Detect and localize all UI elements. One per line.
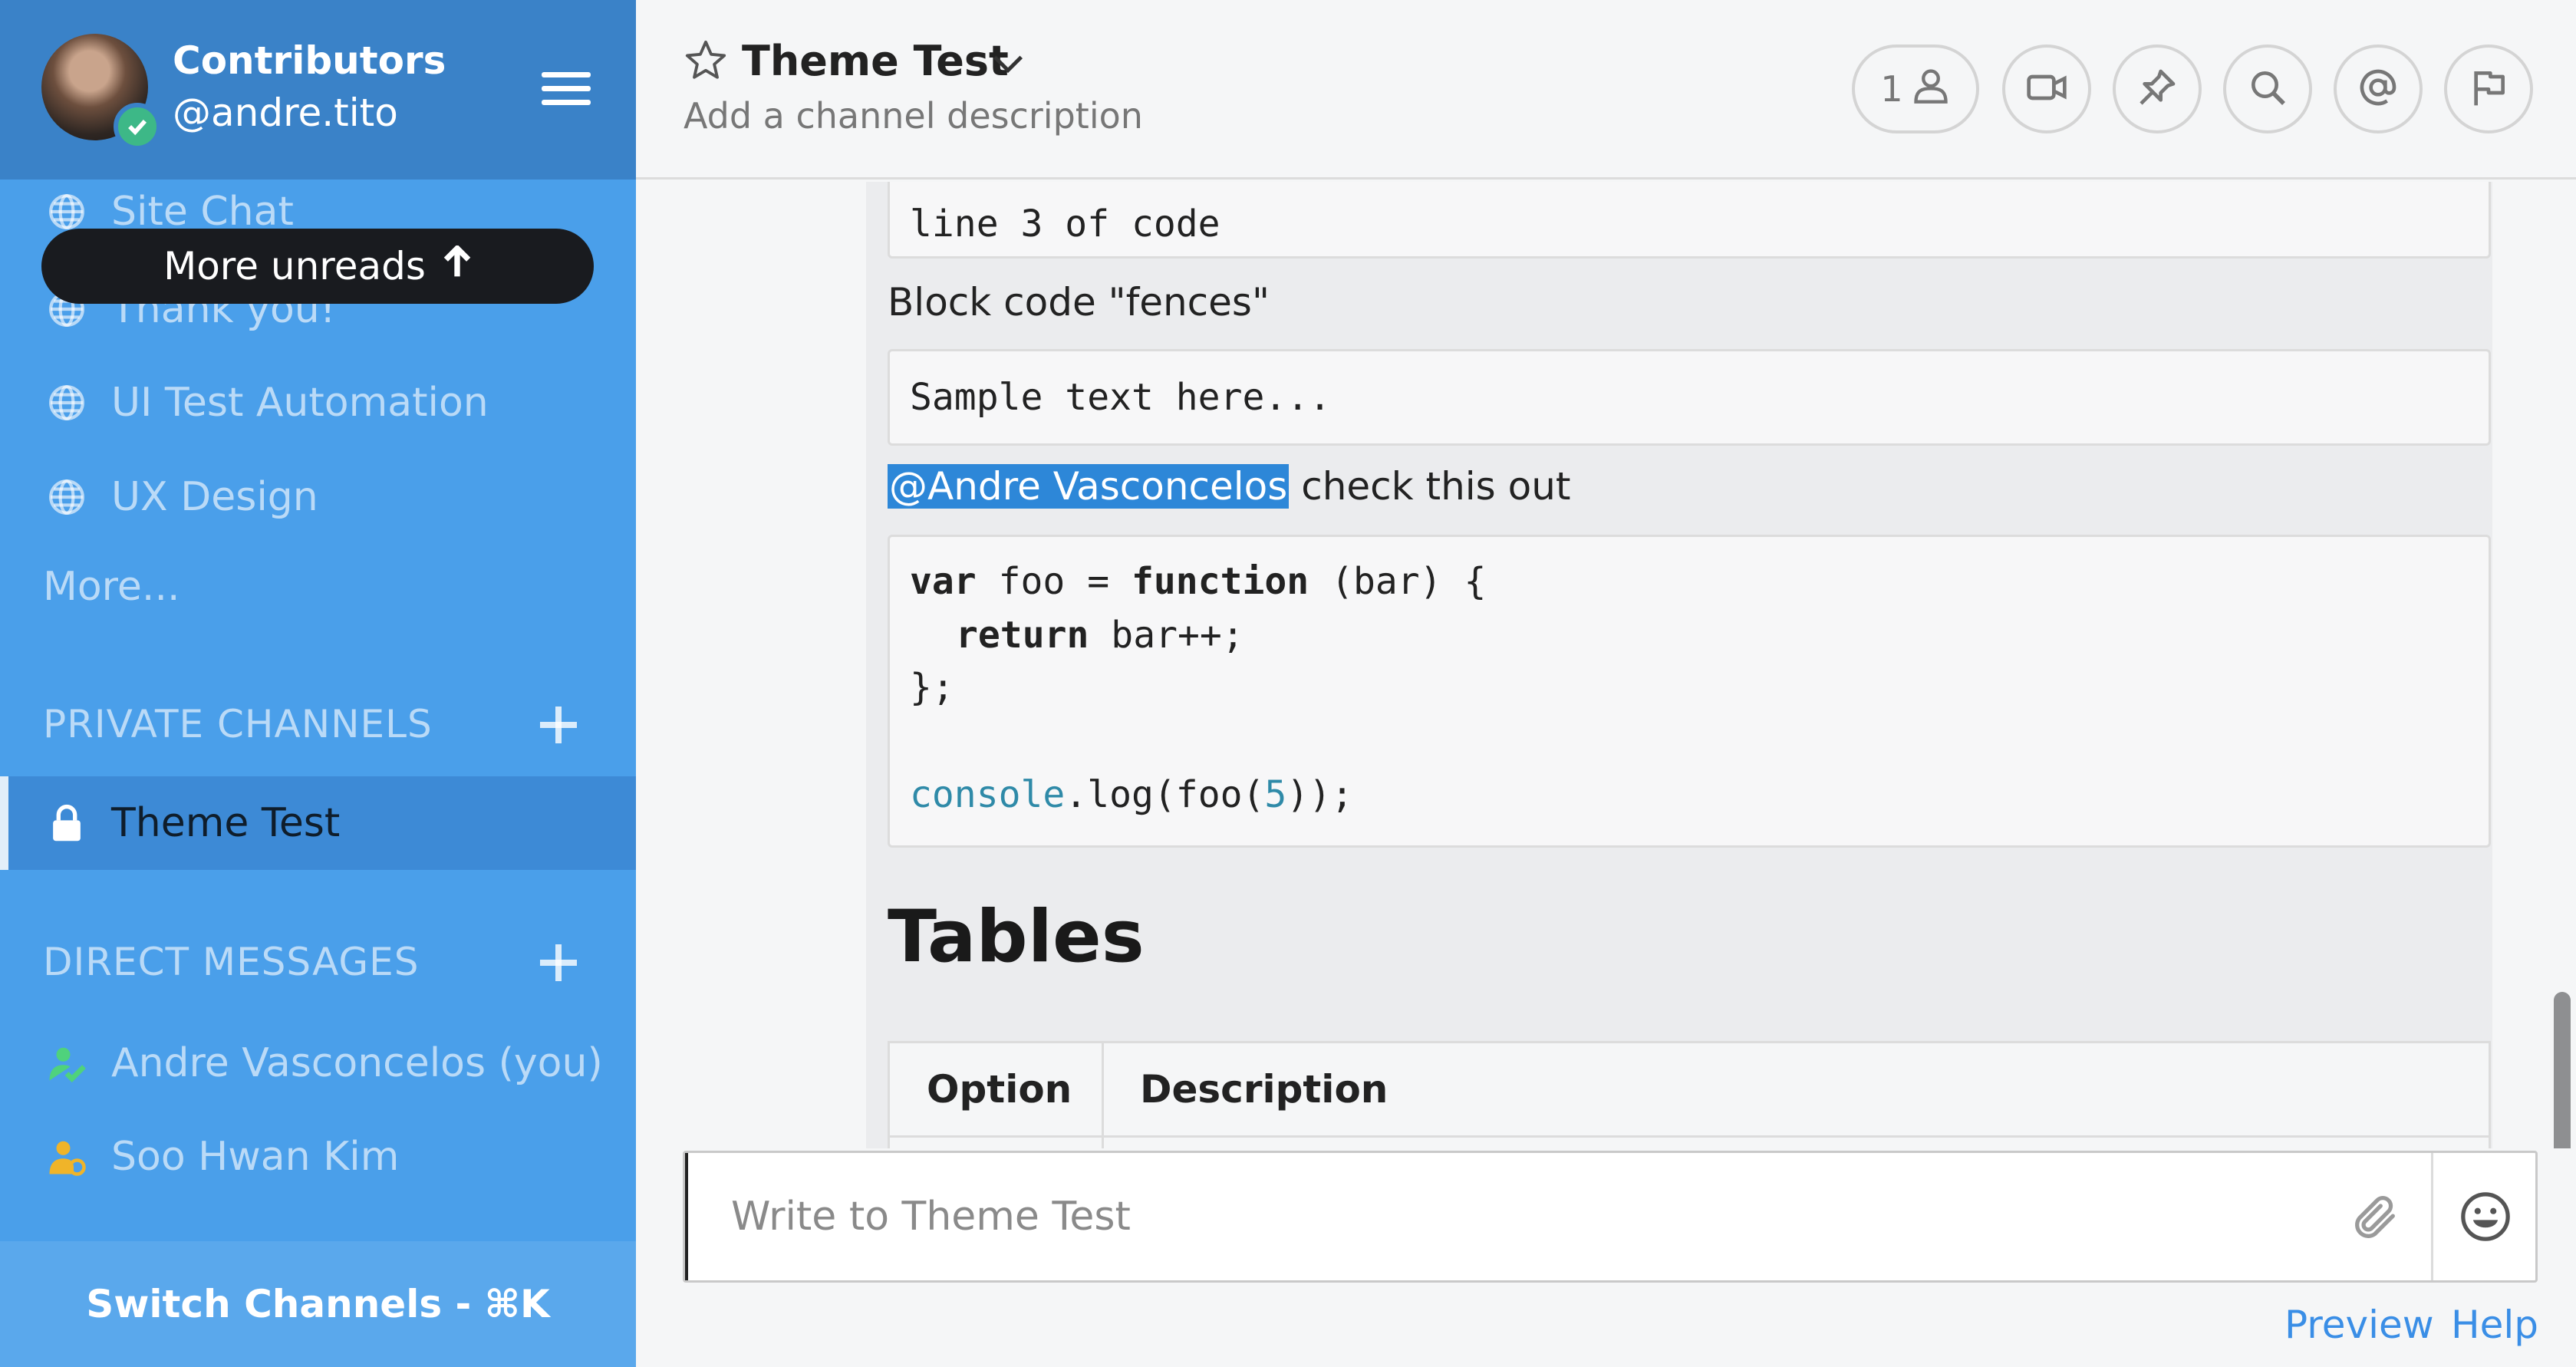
code-line: Sample text here... xyxy=(910,376,1332,419)
globe-icon xyxy=(46,382,87,423)
table-divider xyxy=(1102,1043,1104,1148)
code-block: line 3 of code xyxy=(888,182,2491,259)
tables-heading: Tables xyxy=(888,895,1145,979)
members-button[interactable]: 1 xyxy=(1852,44,1979,133)
star-icon[interactable] xyxy=(684,38,728,83)
sidebar-item-ui-test-automation[interactable]: UI Test Automation xyxy=(0,364,636,441)
search-button[interactable] xyxy=(2223,44,2312,133)
user-away-icon xyxy=(46,1136,87,1178)
lock-icon xyxy=(46,802,87,844)
emoji-icon[interactable] xyxy=(2459,1190,2512,1243)
mention-link[interactable]: @Andre Vasconcelos xyxy=(888,464,1290,509)
sidebar: Site Chat Thank you! UI Test Automation … xyxy=(0,0,636,1367)
preview-link[interactable]: Preview xyxy=(2284,1303,2434,1347)
mentions-button[interactable] xyxy=(2334,44,2423,133)
code-block: Sample text here... xyxy=(888,349,2491,446)
private-channels-header: PRIVATE CHANNELS xyxy=(43,702,433,746)
hamburger-menu-icon[interactable] xyxy=(542,72,591,106)
table-divider xyxy=(890,1135,2489,1138)
pin-icon xyxy=(2136,66,2179,112)
markdown-table: Option Description xyxy=(888,1041,2491,1148)
main-panel: line 3 of code Block code "fences" Sampl… xyxy=(636,0,2576,1367)
mention-message: @Andre Vasconcelos check this out xyxy=(888,464,1571,509)
message-text: check this out xyxy=(1289,464,1571,509)
user-online-icon xyxy=(46,1043,87,1084)
chevron-down-icon[interactable] xyxy=(990,48,1026,78)
video-icon xyxy=(2025,66,2068,112)
sidebar-item-label: Theme Test xyxy=(111,800,341,846)
scrollbar[interactable] xyxy=(2554,992,2571,1148)
member-count: 1 xyxy=(1880,68,1903,110)
user-icon xyxy=(1911,65,1951,114)
video-call-button[interactable] xyxy=(2002,44,2091,133)
more-unreads-label: More unreads xyxy=(163,244,426,288)
switch-channels-button[interactable]: Switch Channels - ⌘K xyxy=(0,1241,636,1367)
team-header: Contributors @andre.tito xyxy=(0,0,636,180)
code-line: var foo = function (bar) { xyxy=(910,560,1487,603)
pinned-posts-button[interactable] xyxy=(2113,44,2202,133)
arrow-up-icon xyxy=(443,244,472,288)
sidebar-item-label: UI Test Automation xyxy=(111,380,489,426)
search-icon xyxy=(2246,66,2289,112)
sidebar-item-label: Andre Vasconcelos (you) xyxy=(111,1040,603,1086)
code-line: line 3 of code xyxy=(910,203,1220,245)
dm-item-soo-hwan-kim[interactable]: Soo Hwan Kim xyxy=(0,1118,636,1195)
message-composer xyxy=(683,1151,2538,1283)
add-private-channel-button[interactable] xyxy=(537,703,580,746)
table-header-cell: Description xyxy=(1140,1067,1388,1112)
code-block: var foo = function (bar) { return bar++;… xyxy=(888,535,2491,848)
at-icon xyxy=(2357,66,2400,112)
more-unreads-button[interactable]: More unreads xyxy=(41,229,594,304)
code-line: }; xyxy=(910,666,954,709)
table-header-cell: Option xyxy=(927,1067,1072,1112)
flagged-posts-button[interactable] xyxy=(2444,44,2533,133)
direct-messages-header: DIRECT MESSAGES xyxy=(43,940,420,984)
sidebar-item-label: UX Design xyxy=(111,474,318,520)
dm-item-andre-vasconcelos[interactable]: Andre Vasconcelos (you) xyxy=(0,1025,636,1102)
paperclip-icon[interactable] xyxy=(2348,1191,2402,1245)
sidebar-item-label: Soo Hwan Kim xyxy=(111,1134,400,1180)
post-list: line 3 of code Block code "fences" Sampl… xyxy=(636,182,2576,1148)
code-line: console.log(foo(5)); xyxy=(910,773,1353,816)
fences-label: Block code "fences" xyxy=(888,280,1270,324)
channel-description[interactable]: Add a channel description xyxy=(684,95,1143,137)
team-name: Contributors xyxy=(173,38,446,83)
flag-icon xyxy=(2467,66,2510,112)
online-status-icon xyxy=(114,103,161,150)
sidebar-item-theme-test[interactable]: Theme Test xyxy=(0,776,636,870)
code-line: return bar++; xyxy=(956,614,1244,657)
user-handle: @andre.tito xyxy=(173,91,398,135)
divider xyxy=(2431,1153,2433,1280)
help-link[interactable]: Help xyxy=(2451,1303,2538,1347)
add-direct-message-button[interactable] xyxy=(537,941,580,984)
sidebar-item-label: Site Chat xyxy=(111,189,294,235)
more-channels-link[interactable]: More... xyxy=(43,564,180,610)
channel-title[interactable]: Theme Test xyxy=(742,37,1009,85)
message-input[interactable] xyxy=(685,1153,2296,1280)
globe-icon xyxy=(46,476,87,518)
globe-icon xyxy=(46,191,87,232)
channel-header: Theme Test Add a channel description 1 xyxy=(636,0,2576,180)
sidebar-item-ux-design[interactable]: UX Design xyxy=(0,459,636,535)
